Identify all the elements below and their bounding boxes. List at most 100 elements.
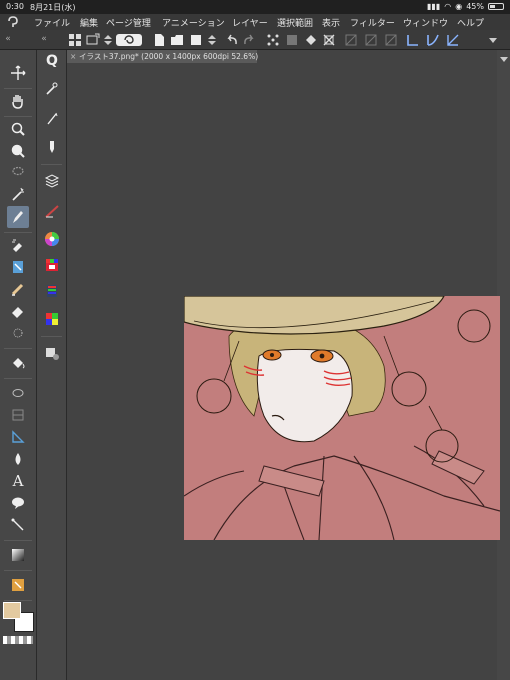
eraser-tool[interactable] — [7, 300, 29, 322]
stepper-icon[interactable] — [101, 33, 115, 47]
gradient-tool[interactable] — [7, 544, 29, 566]
status-right: ▮▮▮ ◠ ◉ 45% — [427, 2, 504, 11]
balloon-tool[interactable] — [7, 492, 29, 514]
stepper2-icon[interactable] — [205, 33, 219, 47]
layers-stack-icon — [44, 174, 60, 188]
grid-snap-icon[interactable] — [446, 33, 460, 47]
battery-percent: 45% — [466, 2, 484, 11]
menu-layer[interactable]: レイヤー — [232, 16, 268, 29]
new-file-icon[interactable] — [152, 33, 166, 47]
menu-file[interactable]: ファイル — [34, 16, 70, 29]
main-color-swatch[interactable] — [3, 602, 21, 619]
ink-pen-icon — [50, 141, 54, 153]
color-wheel-button[interactable] — [41, 228, 63, 250]
transparent-color-swatch[interactable] — [3, 636, 33, 644]
drop-icon — [15, 453, 21, 465]
status-bar: 0:30 8月21日(水) ▮▮▮ ◠ ◉ 45% — [0, 0, 510, 14]
sub-tool-detail-icon — [46, 348, 59, 360]
lock-rotation-icon: ◉ — [455, 2, 463, 11]
sub-tool-palette: Q — [37, 50, 67, 680]
artwork-canvas[interactable] — [184, 296, 500, 540]
undo-icon[interactable] — [225, 33, 239, 47]
menu-view[interactable]: 表示 — [322, 16, 340, 29]
fill-tool[interactable] — [7, 352, 29, 374]
sub-tool-pencil[interactable] — [41, 108, 63, 130]
sub-tool-brush-size[interactable] — [41, 200, 63, 222]
sparkle-wand-icon — [46, 82, 58, 95]
signal-icon: ▮▮▮ — [427, 2, 441, 11]
cloud-sync-icon[interactable] — [116, 33, 142, 47]
sub-tool-wand[interactable] — [41, 78, 63, 100]
special-ruler-snap-icon[interactable] — [426, 33, 440, 47]
sub-tool-layers[interactable] — [41, 170, 63, 192]
grid-icon[interactable] — [68, 33, 82, 47]
close-tab-icon[interactable]: × — [70, 50, 76, 63]
new-canvas-icon[interactable] — [86, 33, 100, 47]
disabled-tool3-icon — [385, 34, 397, 46]
color-set-button[interactable] — [41, 280, 63, 302]
ruler-snap-icon[interactable] — [406, 33, 420, 47]
color-slider-icon — [46, 259, 58, 271]
fill-bucket-icon[interactable] — [304, 33, 318, 47]
menu-bar: ファイル 編集 ページ管理 アニメーション レイヤー 選択範囲 表示 フィルター… — [0, 14, 510, 30]
menu-filter[interactable]: フィルター — [350, 16, 395, 29]
app-q-button[interactable]: Q — [41, 50, 63, 72]
collapse-left-icon[interactable]: « — [2, 33, 14, 45]
lasso-tool[interactable] — [7, 162, 29, 184]
brush-tool[interactable] — [7, 256, 29, 278]
menu-edit[interactable]: 編集 — [80, 16, 98, 29]
scale-icon[interactable] — [322, 33, 336, 47]
zoom-in-tool[interactable] — [7, 118, 29, 140]
sub-tool-ink[interactable] — [41, 136, 63, 158]
clear-icon[interactable] — [285, 33, 299, 47]
decoration-tool[interactable] — [7, 278, 29, 300]
drop-tool[interactable] — [7, 448, 29, 470]
line-tool[interactable] — [7, 514, 29, 536]
tool-palette: A — [0, 50, 37, 680]
ellipse-tool[interactable] — [7, 382, 29, 404]
hand-tool[interactable] — [7, 90, 29, 112]
blend-tool[interactable] — [7, 322, 29, 344]
lasso-icon — [12, 166, 24, 176]
move-layer-tool[interactable] — [7, 62, 29, 84]
intermediate-color-button[interactable] — [41, 308, 63, 330]
airbrush-tool[interactable] — [7, 234, 29, 256]
text-tool[interactable]: A — [7, 470, 29, 492]
document-title: イラスト37.png* (2000 x 1400px 600dpi 52.6%) — [79, 52, 259, 61]
document-tab[interactable]: × イラスト37.png* (2000 x 1400px 600dpi 52.6… — [67, 50, 259, 63]
object-tool[interactable] — [7, 574, 29, 596]
frame-icon — [12, 409, 24, 421]
zoom-out-tool[interactable] — [7, 140, 29, 162]
transform-icon[interactable] — [266, 33, 280, 47]
menu-animation[interactable]: アニメーション — [162, 16, 225, 29]
text-icon: A — [12, 472, 24, 490]
toolbar-menu-icon[interactable] — [486, 33, 500, 47]
move-icon — [11, 65, 26, 80]
panel-menu-icon[interactable] — [499, 54, 509, 64]
pen-tool[interactable] — [7, 206, 29, 228]
ellipse-icon — [12, 389, 24, 397]
zoom-in-icon — [11, 122, 25, 136]
pencil-icon — [47, 112, 58, 125]
menu-selection[interactable]: 選択範囲 — [277, 16, 313, 29]
correct-line-icon — [11, 518, 24, 531]
wand-icon — [12, 187, 24, 201]
frame-tool[interactable] — [7, 404, 29, 426]
menu-help[interactable]: ヘルプ — [457, 16, 484, 29]
collapse-left2-icon[interactable]: « — [38, 33, 50, 45]
brush-size-icon — [45, 205, 59, 218]
ruler-icon — [12, 430, 25, 443]
save-icon[interactable] — [189, 33, 203, 47]
redo-icon[interactable] — [242, 33, 256, 47]
sub-tool-detail-button[interactable] — [41, 342, 63, 364]
open-folder-icon[interactable] — [170, 33, 184, 47]
menu-page[interactable]: ページ管理 — [106, 16, 151, 29]
color-slider-button[interactable] — [41, 254, 63, 276]
app-logo-icon[interactable] — [6, 16, 20, 28]
command-bar: « « — [0, 30, 510, 50]
ruler-tool[interactable] — [7, 426, 29, 448]
menu-window[interactable]: ウィンドウ — [403, 16, 448, 29]
blend-icon — [13, 328, 23, 338]
status-time: 0:30 — [6, 2, 24, 11]
magic-wand-tool[interactable] — [7, 184, 29, 206]
